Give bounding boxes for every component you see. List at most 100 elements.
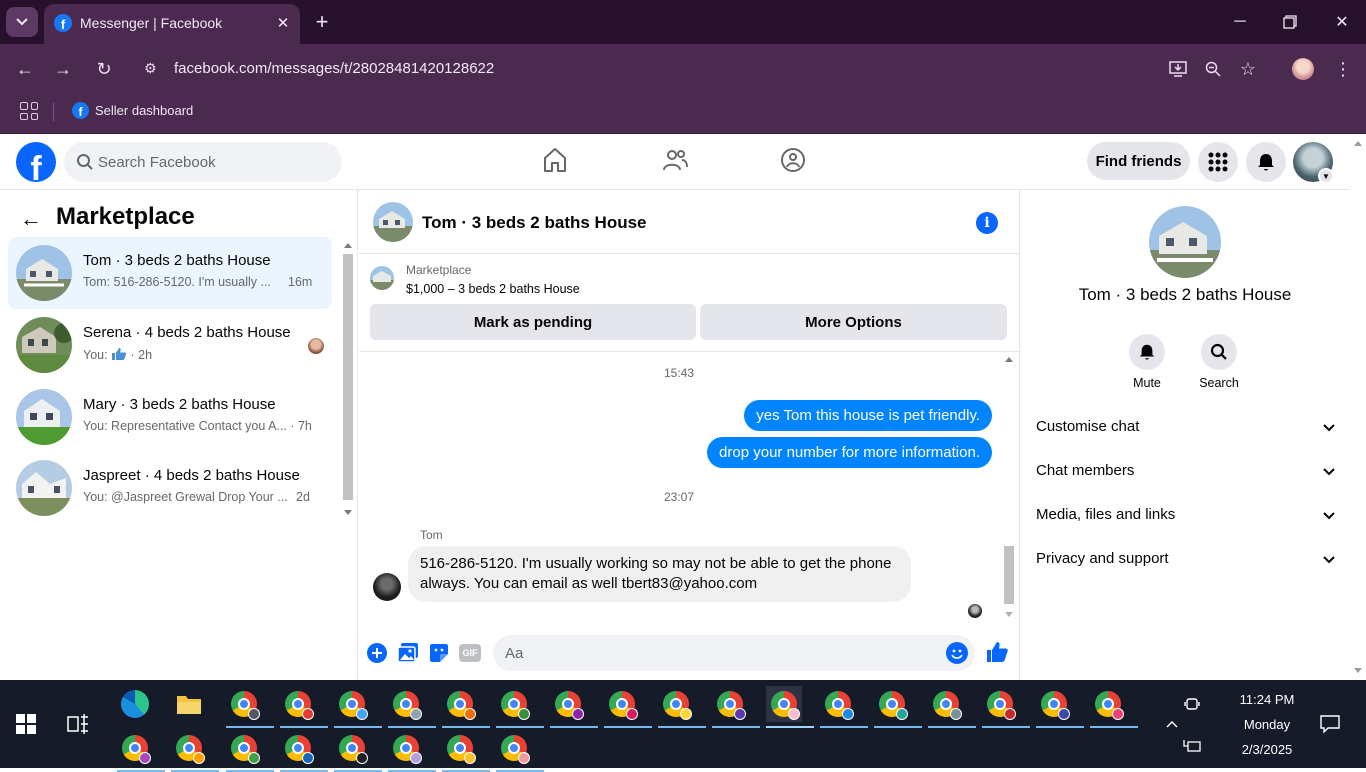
chrome-window-icon[interactable] (334, 686, 382, 728)
section-customise-chat[interactable]: Customise chat (1036, 410, 1336, 446)
chrome-window-icon[interactable] (550, 686, 598, 728)
chrome-window-icon[interactable] (1036, 686, 1084, 728)
message-input-box[interactable] (493, 635, 975, 671)
menu-grid-icon[interactable] (1198, 142, 1238, 182)
chrome-window-icon[interactable] (982, 686, 1030, 728)
chrome-window-icon-active[interactable] (766, 686, 814, 728)
mark-as-pending-button[interactable]: Mark as pending (370, 304, 696, 340)
page-scrollbar[interactable] (1350, 134, 1366, 680)
conversation-item[interactable]: Mary · 3 beds 2 baths House You: Represe… (8, 381, 332, 453)
chrome-window-icon[interactable] (280, 686, 328, 728)
conversation-item[interactable]: Serena · 4 beds 2 baths House You: · 2h (8, 309, 332, 381)
sticker-icon[interactable] (428, 642, 450, 664)
chrome-window-icon[interactable] (117, 730, 165, 772)
chrome-window-icon[interactable] (712, 686, 760, 728)
back-arrow-icon[interactable]: ← (12, 56, 38, 82)
minimize-window-button[interactable]: ─ (1228, 10, 1252, 34)
groups-nav-icon[interactable] (779, 146, 809, 176)
apps-grid-icon[interactable] (20, 102, 38, 120)
file-explorer-icon[interactable] (171, 686, 207, 722)
facebook-search[interactable] (64, 142, 342, 182)
gif-icon[interactable]: GIF (459, 642, 481, 664)
bookmark-star-icon[interactable]: ☆ (1235, 56, 1261, 82)
conversation-item[interactable]: Tom · 3 beds 2 baths House Tom: 516-286-… (8, 237, 332, 309)
clock-day[interactable]: Monday (1224, 717, 1310, 732)
chrome-window-icon[interactable] (226, 730, 274, 772)
chrome-window-icon[interactable] (388, 730, 436, 772)
chat-avatar[interactable] (373, 202, 413, 242)
chrome-window-icon[interactable] (496, 686, 544, 728)
tab-close-icon[interactable]: ✕ (272, 12, 294, 34)
facebook-logo[interactable]: f (16, 142, 56, 182)
notifications-bell-icon[interactable] (1246, 142, 1286, 182)
outgoing-message[interactable]: drop your number for more information. (707, 437, 992, 468)
chat-title[interactable]: Tom · 3 beds 2 baths House (422, 213, 647, 233)
chrome-window-icon[interactable] (658, 686, 706, 728)
chrome-window-icon[interactable] (226, 686, 274, 728)
browser-tab-active[interactable]: f Messenger | Facebook ✕ (44, 4, 300, 44)
account-chevron-icon[interactable]: ▼ (1318, 168, 1334, 184)
mute-button[interactable]: Mute (1117, 334, 1177, 390)
chrome-window-icon[interactable] (280, 730, 328, 772)
chrome-window-icon[interactable] (388, 686, 436, 728)
chrome-window-icon[interactable] (1090, 686, 1138, 728)
chrome-profile-avatar[interactable] (1290, 56, 1316, 82)
chrome-window-icon[interactable] (820, 686, 868, 728)
chrome-window-icon[interactable] (604, 686, 652, 728)
back-arrow-icon[interactable]: ← (20, 206, 42, 232)
chrome-window-icon[interactable] (874, 686, 922, 728)
reload-icon[interactable]: ↻ (91, 56, 117, 82)
zoom-icon[interactable] (1200, 56, 1226, 82)
new-tab-button[interactable]: + (310, 9, 334, 34)
chrome-window-icon[interactable] (442, 730, 490, 772)
chrome-menu-icon[interactable]: ⋮ (1330, 56, 1356, 82)
chrome-window-icon[interactable] (442, 686, 490, 728)
section-media-files-links[interactable]: Media, files and links (1036, 498, 1336, 534)
home-nav-icon[interactable] (541, 146, 571, 176)
clock-time[interactable]: 11:24 PM (1224, 692, 1310, 707)
emoji-icon[interactable] (946, 642, 968, 664)
plus-circle-icon[interactable] (366, 642, 388, 664)
facebook-bookmark-icon[interactable]: f (72, 102, 89, 119)
contact-avatar[interactable] (1149, 206, 1221, 278)
windows-start-icon[interactable] (16, 714, 36, 734)
bookmark-seller-dashboard[interactable]: Seller dashboard (95, 103, 193, 118)
chrome-window-icon[interactable] (171, 730, 219, 772)
find-friends-button[interactable]: Find friends (1087, 142, 1190, 180)
message-input[interactable] (505, 635, 935, 671)
install-app-icon[interactable] (1165, 56, 1191, 82)
edge-browser-icon[interactable] (117, 686, 153, 722)
message-scrollbar[interactable] (1002, 352, 1016, 622)
sender-avatar[interactable] (373, 573, 401, 601)
listing-thumbnail[interactable] (370, 266, 394, 290)
thumbs-up-send-icon[interactable] (985, 640, 1008, 662)
gallery-icon[interactable] (397, 642, 419, 664)
notification-center-icon[interactable] (1312, 706, 1348, 742)
forward-arrow-icon[interactable]: → (50, 56, 76, 82)
clock-date[interactable]: 2/3/2025 (1224, 742, 1310, 757)
friends-nav-icon[interactable] (661, 146, 691, 176)
address-bar[interactable]: ⚙ facebook.com/messages/t/28028481420128… (134, 50, 1276, 88)
section-privacy-support[interactable]: Privacy and support (1036, 542, 1336, 578)
conversation-item[interactable]: Jaspreet · 4 beds 2 baths House You: @Ja… (8, 452, 332, 524)
chrome-window-icon[interactable] (334, 730, 382, 772)
more-options-button[interactable]: More Options (700, 304, 1007, 340)
url-text[interactable]: facebook.com/messages/t/2802848142012862… (174, 60, 494, 77)
search-in-chat-button[interactable]: Search (1189, 334, 1249, 390)
tray-network-icon[interactable] (1176, 728, 1208, 764)
listing-price[interactable]: $1,000 – 3 beds 2 baths House (406, 282, 580, 296)
chrome-window-icon[interactable] (928, 686, 976, 728)
search-input[interactable] (98, 142, 328, 182)
outgoing-message[interactable]: yes Tom this house is pet friendly. (744, 400, 992, 431)
conversation-list-scrollbar[interactable] (342, 240, 354, 520)
task-view-icon[interactable] (66, 712, 90, 736)
chrome-window-icon[interactable] (496, 730, 544, 772)
search-icon (77, 154, 93, 170)
section-chat-members[interactable]: Chat members (1036, 454, 1336, 490)
site-settings-icon[interactable]: ⚙ (144, 60, 157, 77)
incoming-message[interactable]: 516-286-5120. I'm usually working so may… (408, 546, 911, 602)
close-window-button[interactable]: ✕ (1330, 10, 1354, 34)
tab-search-menu-button[interactable] (6, 7, 38, 37)
restore-window-button[interactable] (1278, 10, 1302, 34)
info-icon[interactable]: i (976, 212, 998, 234)
